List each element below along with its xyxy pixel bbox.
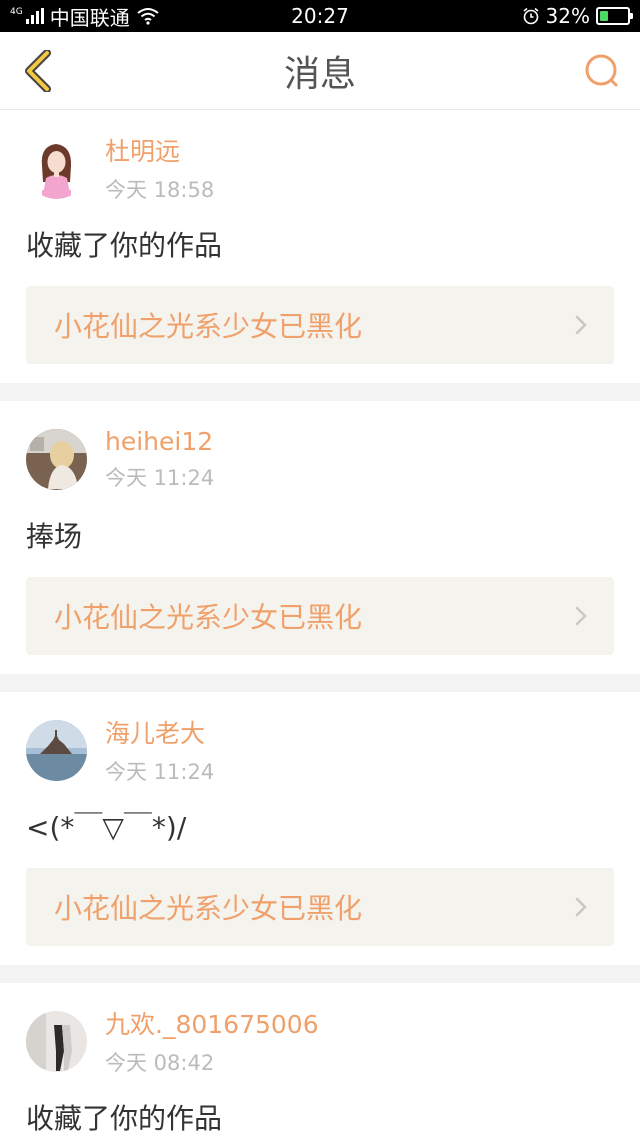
work-link[interactable]: 小花仙之光系少女已黑化	[26, 868, 614, 946]
avatar[interactable]	[26, 137, 87, 199]
timestamp: 今天 18:58	[105, 178, 215, 202]
message-header: heihei12 今天 11:24	[26, 427, 614, 491]
work-link[interactable]: 小花仙之光系少女已黑化	[26, 286, 614, 364]
work-title: 小花仙之光系少女已黑化	[54, 601, 363, 634]
wifi-icon	[137, 8, 159, 25]
message-text: <(*￣▽￣*)/	[26, 811, 187, 844]
username[interactable]: 九欢._801675006	[105, 1005, 319, 1041]
timestamp: 今天 08:42	[105, 1051, 215, 1075]
message-meta: 杜明远 今天 18:58	[105, 132, 214, 204]
message-card: 海儿老大 今天 11:24 <(*￣▽￣*)/ 小花仙之光系少女已黑化	[0, 692, 640, 965]
username[interactable]: 海儿老大	[105, 714, 214, 750]
work-title: 小花仙之光系少女已黑化	[54, 310, 363, 343]
message-header: 杜明远 今天 18:58	[26, 136, 614, 202]
timestamp: 今天 11:24	[105, 465, 215, 490]
message-list: 杜明远 今天 18:58 收藏了你的作品 小花仙之光系少女已黑化 heihei1…	[0, 110, 640, 1138]
search-button[interactable]	[582, 51, 622, 91]
work-link[interactable]: 小花仙之光系少女已黑化	[26, 577, 614, 655]
carrier-name: 中国联通	[49, 5, 130, 30]
message-text: 收藏了你的作品	[26, 229, 223, 262]
avatar[interactable]	[26, 1010, 87, 1072]
message-card: 杜明远 今天 18:58 收藏了你的作品 小花仙之光系少女已黑化	[0, 110, 640, 383]
avatar[interactable]	[26, 428, 87, 490]
chevron-right-icon	[575, 315, 587, 335]
timestamp: 今天 11:24	[105, 760, 215, 784]
chevron-right-icon	[575, 897, 587, 917]
work-title: 小花仙之光系少女已黑化	[54, 892, 363, 925]
username[interactable]: heihei12	[105, 427, 214, 456]
nav-bar: 消息	[0, 32, 640, 110]
message-meta: heihei12 今天 11:24	[105, 427, 214, 492]
page-title: 消息	[283, 53, 356, 95]
alarm-icon	[523, 7, 539, 25]
chevron-right-icon	[575, 606, 587, 626]
battery-icon	[596, 7, 633, 25]
message-card: heihei12 今天 11:24 捧场 小花仙之光系少女已黑化	[0, 401, 640, 674]
battery-fill	[600, 11, 609, 21]
avatar[interactable]	[26, 719, 87, 781]
search-icon	[585, 54, 618, 86]
status-right: 32%	[522, 4, 633, 28]
message-meta: 九欢._801675006 今天 08:42	[105, 1005, 319, 1077]
signal-icon: 4G	[10, 8, 44, 24]
status-left: 4G 中国联通	[10, 2, 160, 31]
chevron-left-icon	[25, 49, 51, 92]
back-button[interactable]	[18, 49, 58, 92]
status-bar: 4G 中国联通 20:27 32%	[0, 0, 640, 32]
message-text: 收藏了你的作品	[26, 1102, 223, 1135]
network-type: 4G	[10, 7, 23, 17]
message-text: 捧场	[26, 520, 83, 553]
message-header: 海儿老大 今天 11:24	[26, 718, 614, 784]
message-header: 九欢._801675006 今天 08:42	[26, 1009, 614, 1075]
username[interactable]: 杜明远	[105, 132, 214, 168]
battery-percent: 32%	[545, 4, 590, 28]
message-card: 九欢._801675006 今天 08:42 收藏了你的作品	[0, 983, 640, 1138]
message-meta: 海儿老大 今天 11:24	[105, 714, 214, 786]
